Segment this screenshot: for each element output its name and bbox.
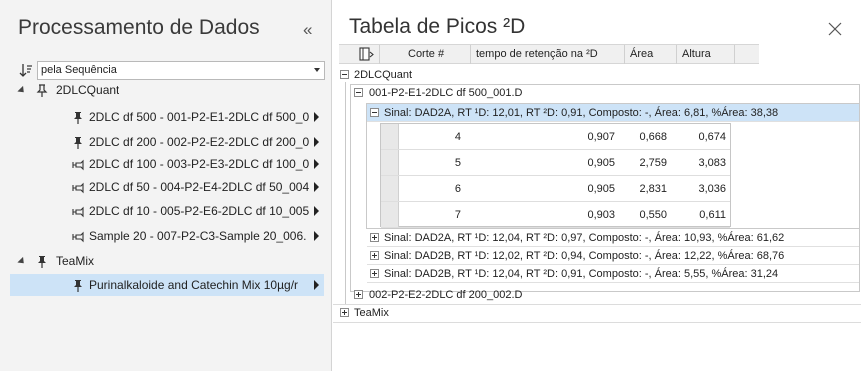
chevron-right-icon[interactable]	[314, 182, 319, 192]
peak-table-panel: Tabela de Picos ²D Corte # tempo de rete…	[333, 0, 861, 371]
column-header-retention-time[interactable]: tempo de retenção na ²D	[471, 45, 625, 64]
expand-icon[interactable]	[354, 290, 363, 299]
pin-filled-icon	[72, 135, 84, 149]
tree-item-label: 2DLC df 200 - 002-P2-E2-2DLC df 200_0	[89, 135, 310, 149]
signal-row-selected[interactable]: Sinal: DAD2A, RT ¹D: 12,01, RT ²D: 0,91,…	[367, 104, 859, 122]
pin-filled-icon	[36, 254, 48, 268]
sort-icon[interactable]	[19, 63, 33, 77]
pin-outline-icon	[36, 83, 48, 97]
table-row[interactable]: 7 0,903 0,550 0,611	[381, 202, 730, 228]
chevron-right-icon[interactable]	[314, 280, 319, 290]
cell-retention-time: 0,905	[587, 183, 615, 195]
column-header-area[interactable]: Área	[625, 45, 677, 64]
cell-corte: 4	[454, 131, 461, 143]
pin-filled-icon	[72, 110, 84, 124]
signal-row[interactable]: Sinal: DAD2A, RT ¹D: 12,04, RT ²D: 0,97,…	[367, 229, 859, 247]
expand-icon[interactable]	[340, 308, 349, 317]
chevron-right-icon[interactable]	[314, 206, 319, 216]
pin-side-icon	[72, 204, 84, 218]
cell-height: 0,674	[698, 131, 726, 143]
tree-sample-item[interactable]: Purinalkaloide and Catechin Mix 10µg/r	[10, 274, 324, 296]
chevron-right-icon[interactable]	[314, 231, 319, 241]
tree-sample-item[interactable]: Sample 20 - 007-P2-C3-Sample 20_006.	[10, 225, 324, 247]
tree-item-label: TeaMix	[56, 254, 95, 268]
chevron-down-icon	[314, 68, 320, 72]
column-chooser-icon[interactable]	[359, 47, 375, 62]
tree-item-label: 2DLC df 10 - 005-P2-E6-2DLC df 10_005	[89, 204, 310, 218]
expand-triangle-icon[interactable]	[17, 256, 27, 267]
group-row-2dlcquant[interactable]: 2DLCQuant	[340, 66, 860, 84]
signal-row[interactable]: Sinal: DAD2B, RT ¹D: 12,04, RT ²D: 0,91,…	[367, 265, 859, 283]
tree-item-label: Purinalkaloide and Catechin Mix 10µg/r	[89, 278, 299, 292]
panel-title: Processamento de Dados	[18, 16, 260, 39]
group-row-sample-002[interactable]: 002-P2-E2-2DLC df 200_002.D	[354, 286, 854, 304]
tree-sample-item[interactable]: 2DLC df 200 - 002-P2-E2-2DLC df 200_0	[10, 131, 324, 153]
pin-filled-icon	[72, 278, 84, 292]
peak-detail-table: 4 0,907 0,668 0,674 5 0,905 2,759 3,083 6 0,905 2,…	[380, 123, 731, 228]
group-row-sample-001[interactable]: 001-P2-E1-2DLC df 500_001.D	[354, 84, 854, 102]
sort-order-value: pela Sequência	[41, 64, 117, 76]
cell-corte: 5	[454, 157, 461, 169]
table-row[interactable]: 5 0,905 2,759 3,083	[381, 150, 730, 176]
cell-area: 2,831	[639, 183, 667, 195]
chevron-right-icon[interactable]	[314, 112, 319, 122]
expand-icon[interactable]	[370, 233, 379, 242]
cell-height: 3,036	[698, 183, 726, 195]
pin-side-icon	[72, 157, 84, 171]
collapse-icon[interactable]	[370, 108, 379, 117]
expand-icon[interactable]	[370, 251, 379, 260]
cell-height: 3,083	[698, 157, 726, 169]
collapse-icon[interactable]	[340, 70, 349, 79]
column-header-corte[interactable]: Corte #	[403, 45, 471, 64]
cell-retention-time: 0,905	[587, 157, 615, 169]
tree-item-label: 2DLC df 100 - 003-P2-E3-2DLC df 100_0	[89, 157, 310, 171]
signal-row[interactable]: Sinal: DAD2B, RT ¹D: 12,02, RT ²D: 0,94,…	[367, 247, 859, 265]
expand-triangle-icon[interactable]	[17, 85, 27, 96]
column-header-height[interactable]: Altura	[677, 45, 735, 64]
tree-item-label: 2DLC df 50 - 004-P2-E4-2DLC df 50_004	[89, 180, 310, 194]
pin-side-icon	[72, 180, 84, 194]
tree-item-label: Sample 20 - 007-P2-C3-Sample 20_006.	[89, 229, 307, 243]
collapse-icon[interactable]	[354, 88, 363, 97]
row-selector[interactable]	[381, 124, 399, 149]
tree-item-label: 2DLCQuant	[56, 83, 120, 97]
tree-item-label: 2DLC df 500 - 001-P2-E1-2DLC df 500_0	[89, 110, 310, 124]
close-icon[interactable]	[828, 22, 842, 36]
cell-area: 0,550	[639, 209, 667, 221]
chevron-right-icon[interactable]	[314, 137, 319, 147]
table-row[interactable]: 4 0,907 0,668 0,674	[381, 124, 730, 150]
tree-sample-item[interactable]: 2DLC df 500 - 001-P2-E1-2DLC df 500_0	[10, 106, 324, 128]
cell-area: 2,759	[639, 157, 667, 169]
row-selector[interactable]	[381, 150, 399, 175]
tree-sample-item[interactable]: 2DLC df 50 - 004-P2-E4-2DLC df 50_004	[10, 176, 324, 198]
tree-sample-item[interactable]: 2DLC df 10 - 005-P2-E6-2DLC df 10_005	[10, 200, 324, 222]
cell-area: 0,668	[639, 131, 667, 143]
expand-icon[interactable]	[370, 269, 379, 278]
panel-title: Tabela de Picos ²D	[349, 15, 526, 38]
cell-retention-time: 0,907	[587, 131, 615, 143]
group-row-teamix[interactable]: TeaMix	[340, 304, 860, 322]
table-header: Corte # tempo de retenção na ²D Área Alt…	[339, 44, 759, 64]
cell-height: 0,611	[699, 209, 726, 221]
tree-sample-item[interactable]: 2DLC df 100 - 003-P2-E3-2DLC df 100_0	[10, 153, 324, 175]
data-processing-panel: Processamento de Dados « pela Sequência …	[0, 0, 332, 371]
sort-order-select[interactable]: pela Sequência	[37, 61, 325, 80]
table-row[interactable]: 6 0,905 2,831 3,036	[381, 176, 730, 202]
cell-corte: 7	[454, 209, 461, 221]
pin-side-icon	[72, 229, 84, 243]
cell-corte: 6	[454, 183, 461, 195]
row-selector[interactable]	[381, 202, 399, 227]
chevron-right-icon[interactable]	[314, 159, 319, 169]
cell-retention-time: 0,903	[587, 209, 615, 221]
tree-group-item[interactable]: 2DLCQuant	[14, 79, 324, 101]
row-selector[interactable]	[381, 176, 399, 201]
collapse-panel-button[interactable]: «	[303, 21, 312, 39]
tree-group-item[interactable]: TeaMix	[14, 250, 324, 272]
